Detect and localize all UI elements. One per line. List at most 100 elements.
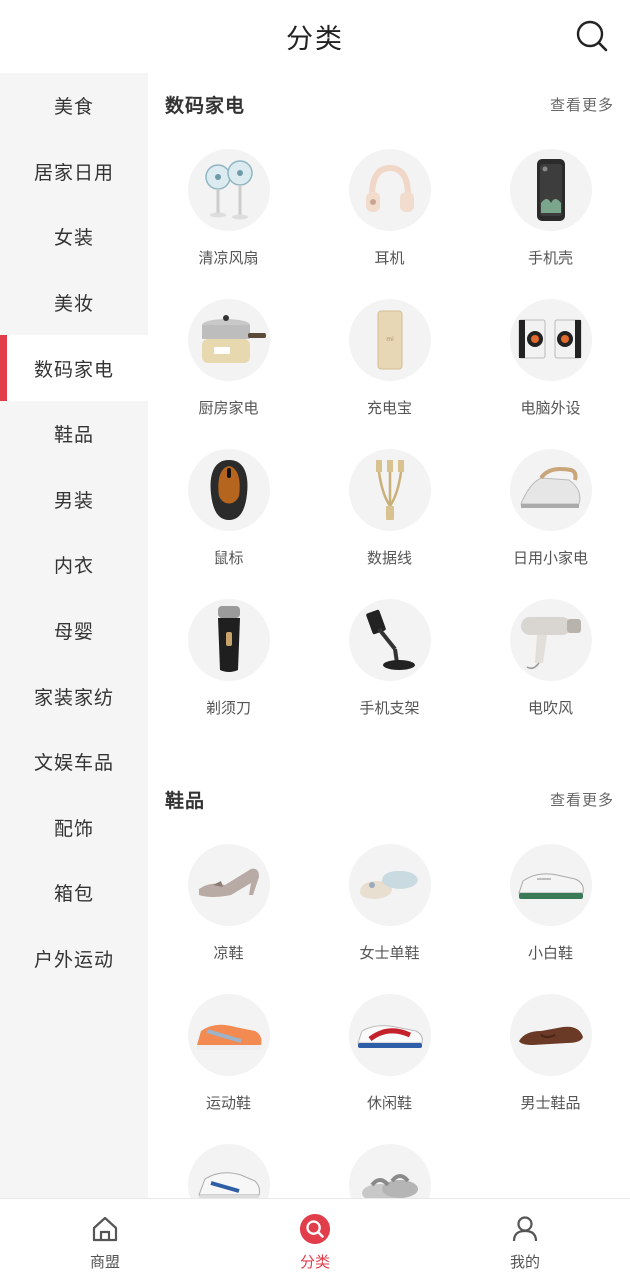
subcategory-item[interactable]: 休闲鞋 — [309, 994, 470, 1144]
tab-category[interactable]: 分类 — [210, 1199, 420, 1280]
hair-dryer-icon — [509, 599, 592, 681]
subcategory-item[interactable]: 男士鞋品 — [470, 994, 630, 1144]
subcategory-item[interactable]: 小白鞋 — [470, 844, 630, 994]
leather-shoe-icon — [509, 994, 592, 1076]
sidebar-item-label: 家装家纺 — [33, 686, 114, 709]
sneaker-icon — [187, 1144, 270, 1198]
subcategory-label: 清凉风扇 — [198, 249, 259, 267]
subcategory-label: 鼠标 — [213, 549, 244, 567]
user-icon — [509, 1213, 541, 1245]
subcategory-grid: 凉鞋 女士单鞋 小白鞋 运动鞋 休闲鞋 男士鞋品 — [148, 828, 630, 1198]
sidebar-item-label: 女装 — [53, 227, 94, 250]
subcategory-item[interactable]: 凉鞋 — [148, 844, 309, 994]
subcategory-item[interactable]: 厨房家电 — [148, 299, 309, 449]
subcategory-label: 剃须刀 — [205, 699, 251, 717]
sidebar-item-label: 箱包 — [53, 883, 94, 906]
sidebar-item-label: 母婴 — [53, 621, 94, 644]
section-header: 数码家电 查看更多 — [148, 73, 630, 135]
speakers-icon — [509, 299, 592, 381]
subcategory-item[interactable]: 日用小家电 — [470, 449, 630, 599]
category-search-icon — [299, 1213, 331, 1245]
sidebar-item-label: 文娱车品 — [33, 752, 114, 775]
app-root: 分类 美食 居家日用 女装 美妆 数码家电 鞋品 男装 内衣 母婴 家装家纺 文… — [0, 0, 630, 1280]
sidebar-item-food[interactable]: 美食 — [0, 73, 148, 139]
pot-icon — [187, 299, 270, 381]
view-more-link[interactable]: 查看更多 — [550, 789, 614, 810]
sidebar-item-label: 居家日用 — [33, 161, 114, 184]
subcategory-item[interactable]: 清凉风扇 — [148, 149, 309, 299]
shaver-icon — [187, 599, 270, 681]
subcategory-item[interactable]: mi 充电宝 — [309, 299, 470, 449]
headphones-icon — [348, 149, 431, 231]
sidebar-item-label: 美食 — [53, 96, 94, 119]
subcategory-label: 充电宝 — [366, 399, 412, 417]
subcategory-item[interactable]: 电脑外设 — [470, 299, 630, 449]
sidebar-item-home-textiles[interactable]: 家装家纺 — [0, 663, 148, 729]
subcategory-grid: 清凉风扇 耳机 手机壳 厨房家电 mi 充电宝 电脑外设 鼠标 数据线 日用小家… — [148, 135, 630, 749]
subcategory-label: 手机支架 — [359, 699, 420, 717]
section-shoes: 鞋品 查看更多 凉鞋 女士单鞋 小白鞋 运动鞋 休闲鞋 男士鞋品 — [148, 770, 630, 1198]
sidebar-item-entertainment-car[interactable]: 文娱车品 — [0, 729, 148, 795]
flat-shoe-icon — [348, 844, 431, 926]
subcategory-item[interactable]: 女士单鞋 — [309, 844, 470, 994]
running-shoe-icon — [187, 994, 270, 1076]
subcategory-item[interactable]: 剃须刀 — [148, 599, 309, 749]
tab-profile[interactable]: 我的 — [420, 1199, 630, 1280]
search-icon[interactable] — [574, 18, 610, 54]
tab-label: 我的 — [509, 1253, 540, 1271]
sidebar-item-accessories[interactable]: 配饰 — [0, 795, 148, 861]
sidebar-item-label: 数码家电 — [33, 358, 114, 381]
mouse-icon — [187, 449, 270, 531]
iron-icon — [509, 449, 592, 531]
sidebar-item-mens-clothing[interactable]: 男装 — [0, 467, 148, 533]
subcategory-item[interactable] — [309, 1144, 470, 1198]
sidebar-item-underwear[interactable]: 内衣 — [0, 532, 148, 598]
sidebar-item-digital-appliances[interactable]: 数码家电 — [0, 335, 148, 401]
category-content: 数码家电 查看更多 清凉风扇 耳机 手机壳 厨房家电 mi 充电宝 电脑外设 鼠… — [148, 73, 630, 1198]
sidebar-item-beauty[interactable]: 美妆 — [0, 270, 148, 336]
subcategory-item[interactable]: 电吹风 — [470, 599, 630, 749]
sidebar-item-household[interactable]: 居家日用 — [0, 139, 148, 205]
sidebar-item-label: 鞋品 — [53, 424, 94, 447]
subcategory-label: 耳机 — [374, 249, 405, 267]
subcategory-label: 数据线 — [366, 549, 412, 567]
sidebar-item-womens-clothing[interactable]: 女装 — [0, 204, 148, 270]
tab-home[interactable]: 商盟 — [0, 1199, 210, 1280]
subcategory-label: 运动鞋 — [205, 1094, 251, 1112]
sidebar-item-label: 男装 — [53, 489, 94, 512]
sidebar-item-shoes[interactable]: 鞋品 — [0, 401, 148, 467]
subcategory-label: 女士单鞋 — [359, 944, 420, 962]
fan-icon — [187, 149, 270, 231]
subcategory-label: 厨房家电 — [198, 399, 259, 417]
category-sidebar: 美食 居家日用 女装 美妆 数码家电 鞋品 男装 内衣 母婴 家装家纺 文娱车品… — [0, 73, 148, 1198]
sidebar-item-label: 户外运动 — [33, 949, 114, 972]
subcategory-item[interactable]: 手机支架 — [309, 599, 470, 749]
section-digital-appliances: 数码家电 查看更多 清凉风扇 耳机 手机壳 厨房家电 mi 充电宝 电脑外设 鼠… — [148, 73, 630, 749]
subcategory-item[interactable]: 耳机 — [309, 149, 470, 299]
subcategory-item[interactable]: 数据线 — [309, 449, 470, 599]
section-title: 鞋品 — [165, 789, 206, 812]
heel-shoe-icon — [187, 844, 270, 926]
phone-case-icon — [509, 149, 592, 231]
subcategory-item[interactable]: 手机壳 — [470, 149, 630, 299]
sidebar-item-label: 内衣 — [53, 555, 94, 578]
subcategory-label: 电吹风 — [527, 699, 573, 717]
power-bank-icon: mi — [348, 299, 431, 381]
white-sneaker-icon — [509, 844, 592, 926]
subcategory-item[interactable]: 运动鞋 — [148, 994, 309, 1144]
sidebar-item-label: 配饰 — [53, 817, 94, 840]
casual-shoe-icon — [348, 994, 431, 1076]
subcategory-label: 电脑外设 — [520, 399, 581, 417]
header: 分类 — [0, 0, 630, 73]
sidebar-item-baby[interactable]: 母婴 — [0, 598, 148, 664]
sidebar-item-bags[interactable]: 箱包 — [0, 860, 148, 926]
view-more-link[interactable]: 查看更多 — [550, 94, 614, 115]
subcategory-item[interactable] — [148, 1144, 309, 1198]
section-header: 鞋品 查看更多 — [148, 770, 630, 828]
svg-text:mi: mi — [386, 336, 394, 343]
sidebar-item-outdoor-sports[interactable]: 户外运动 — [0, 926, 148, 992]
sidebar-item-label: 美妆 — [53, 293, 94, 316]
subcategory-item[interactable]: 鼠标 — [148, 449, 309, 599]
home-icon — [89, 1213, 121, 1245]
tab-label: 分类 — [299, 1253, 330, 1271]
